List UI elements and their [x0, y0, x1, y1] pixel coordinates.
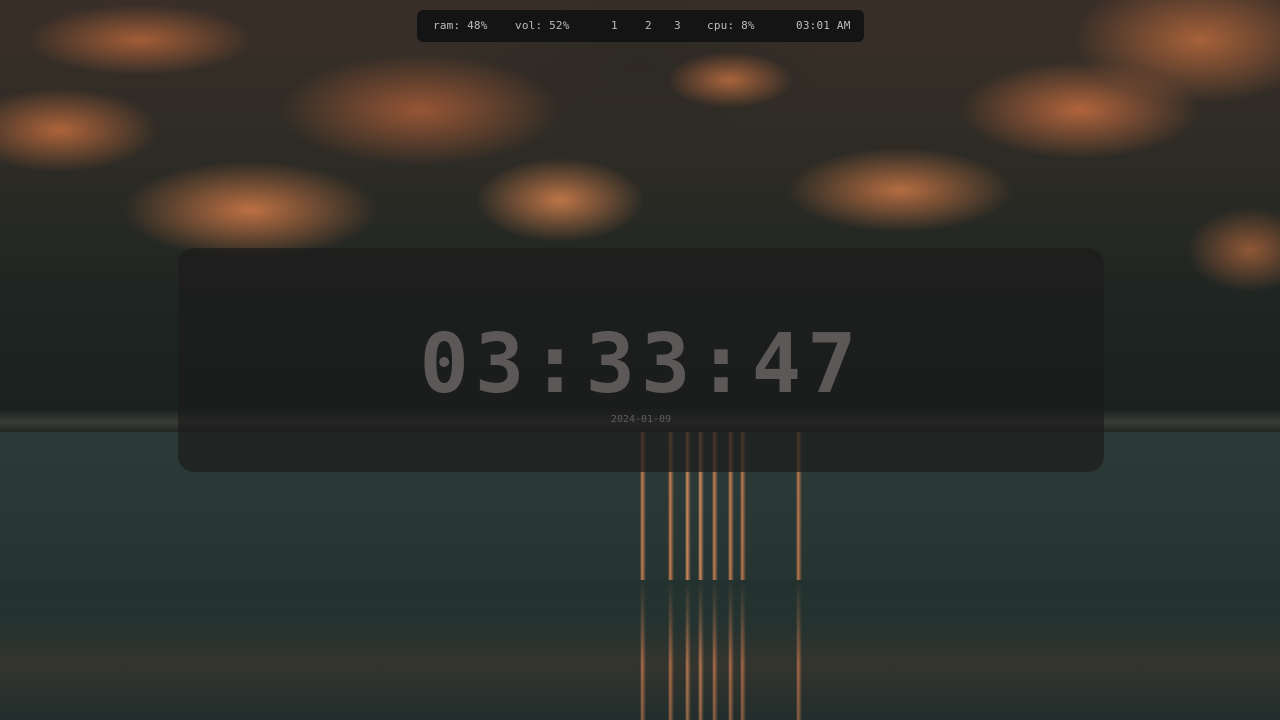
workspace-3[interactable]: 3 [674, 19, 681, 32]
ram-usage: ram: 48% [433, 19, 488, 32]
wallpaper-lake-reflection [0, 580, 1280, 720]
clock-widget: 03:33:47 2024-01-09 [178, 248, 1104, 472]
volume-level[interactable]: vol: 52% [515, 19, 570, 32]
clock-time: 03:33:47 [419, 317, 863, 412]
workspace-1[interactable]: 1 [611, 19, 618, 32]
clock-date: 2024-01-09 [610, 414, 672, 425]
status-bar: ram: 48% vol: 52% 1 2 3 cpu: 8% 03:01 AM [417, 10, 864, 42]
status-clock: 03:01 AM [796, 19, 851, 32]
workspace-2[interactable]: 2 [645, 19, 652, 32]
cpu-usage: cpu: 8% [707, 19, 755, 32]
